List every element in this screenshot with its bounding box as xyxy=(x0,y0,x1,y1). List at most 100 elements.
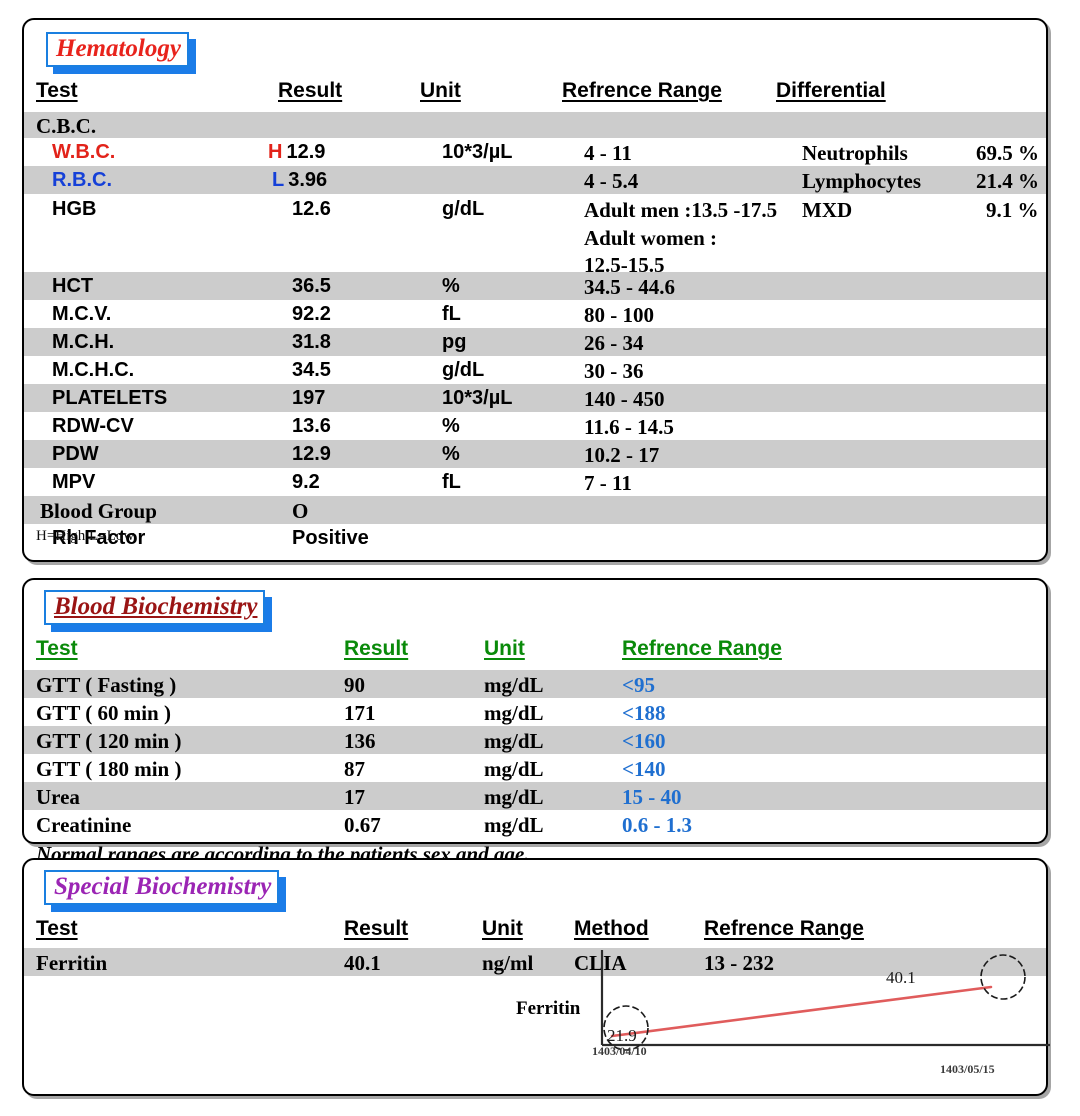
cell-unit: mg/dL xyxy=(484,729,544,753)
cell-unit: % xyxy=(442,443,460,465)
cell-result: 12.9 xyxy=(292,443,331,465)
cell-ref: 80 - 100 xyxy=(584,303,654,327)
cell-result: O xyxy=(292,499,309,523)
table-row-group-cbc: C.B.C. xyxy=(24,112,1046,138)
chart-point-marker-second xyxy=(980,954,1026,1000)
column-header-unit: Unit xyxy=(482,917,523,940)
column-header-test: Test xyxy=(36,917,78,940)
cell-test: MPV xyxy=(52,471,96,493)
table-row: GTT ( 60 min ) 171 mg/dL <188 xyxy=(24,698,1046,726)
cell-result: 17 xyxy=(344,785,365,809)
table-row: Urea 17 mg/dL 15 - 40 xyxy=(24,782,1046,810)
cell-result: 13.6 xyxy=(292,415,331,437)
group-label-cbc: C.B.C. xyxy=(36,114,97,138)
cell-unit: fL xyxy=(442,303,461,325)
hematology-header-row: Test Result Unit Refrence Range Differen… xyxy=(24,78,1046,108)
cell-result: 92.2 xyxy=(292,303,331,325)
cell-ref: <160 xyxy=(622,729,666,753)
cell-ref: 26 - 34 xyxy=(584,331,644,355)
cell-result-value: 3.96 xyxy=(288,169,328,191)
cell-test: PLATELETS xyxy=(52,387,168,409)
chart-point-value-second: 40.1 xyxy=(886,968,916,987)
table-row: GTT ( Fasting ) 90 mg/dL <95 xyxy=(24,670,1046,698)
cell-unit: pg xyxy=(442,331,467,353)
chart-trend-line xyxy=(610,985,993,1038)
cell-test: HCT xyxy=(52,275,94,297)
cell-ref: 0.6 - 1.3 xyxy=(622,813,692,837)
cell-unit: mg/dL xyxy=(484,785,544,809)
chart-x-tick-label-first: 1403/04/10 xyxy=(592,1044,647,1058)
column-header-result: Result xyxy=(344,917,409,940)
hematology-table: C.B.C. W.B.C. H 12.9 10*3/µL 4 - 11 Neutr… xyxy=(24,112,1046,552)
cell-result: 171 xyxy=(344,701,376,725)
table-row: HCT 36.5 % 34.5 - 44.6 xyxy=(24,272,1046,300)
cell-diff-name: Neutrophils xyxy=(802,141,908,165)
cell-ref: 10.2 - 17 xyxy=(584,443,660,467)
chart-x-tick-label-second: 1403/05/15 xyxy=(940,1062,995,1076)
table-row: GTT ( 120 min ) 136 mg/dL <160 xyxy=(24,726,1046,754)
biochem-table: GTT ( Fasting ) 90 mg/dL <95 GTT ( 60 mi… xyxy=(24,670,1046,838)
cell-ref: <95 xyxy=(622,673,655,697)
cell-diff-value: 21.4 % xyxy=(976,169,1039,193)
cell-unit: mg/dL xyxy=(484,673,544,697)
cell-test: M.C.V. xyxy=(52,303,112,325)
cell-unit: mg/dL xyxy=(484,701,544,725)
cell-test: Blood Group xyxy=(40,499,157,523)
column-header-unit: Unit xyxy=(484,637,525,660)
cell-test: R.B.C. xyxy=(52,169,112,191)
cell-result: 136 xyxy=(344,729,376,753)
cell-test: Creatinine xyxy=(36,813,132,837)
cell-ref: 4 - 5.4 xyxy=(584,169,639,193)
biochem-header-row: Test Result Unit Refrence Range xyxy=(24,636,1046,666)
cell-result: 31.8 xyxy=(292,331,331,353)
blood-biochemistry-panel: Blood Biochemistry Test Result Unit Refr… xyxy=(22,578,1048,866)
column-header-ref-range: Refrence Range xyxy=(704,917,864,940)
table-row: W.B.C. H 12.9 10*3/µL 4 - 11 Neutrophils … xyxy=(24,138,1046,166)
ferritin-trend-chart: Ferritin 21.9 40.1 1403/04/10 1403/05/15 xyxy=(494,948,1054,1080)
cell-unit: 10*3/µL xyxy=(442,387,513,409)
flag-low: L xyxy=(272,169,285,191)
cell-result: 12.6 xyxy=(292,198,331,220)
flag-high: H xyxy=(268,141,283,163)
cell-result: 34.5 xyxy=(292,359,331,381)
cell-result: Positive xyxy=(292,527,369,549)
cell-test: W.B.C. xyxy=(52,141,116,163)
cell-ref: <188 xyxy=(622,701,666,725)
cell-test: GTT ( Fasting ) xyxy=(36,673,177,697)
cell-diff-value: 9.1 % xyxy=(986,198,1039,222)
cell-unit: fL xyxy=(442,471,461,493)
cell-test: RDW-CV xyxy=(52,415,134,437)
cell-ref: 140 - 450 xyxy=(584,387,665,411)
cell-test: PDW xyxy=(52,443,99,465)
table-row: M.C.H. 31.8 pg 26 - 34 xyxy=(24,328,1046,356)
table-row: PLATELETS 197 10*3/µL 140 - 450 xyxy=(24,384,1046,412)
cell-test: Ferritin xyxy=(36,951,108,975)
cell-test: GTT ( 60 min ) xyxy=(36,701,171,725)
cell-result: 40.1 xyxy=(344,951,381,975)
column-header-result: Result xyxy=(278,79,343,102)
column-header-result: Result xyxy=(344,637,409,660)
column-header-differential: Differential xyxy=(776,79,886,102)
column-header-ref-range: Refrence Range xyxy=(622,637,782,660)
table-row: R.B.C. L 3.96 4 - 5.4 Lymphocytes 21.4 % xyxy=(24,166,1046,194)
chart-y-axis-label: Ferritin xyxy=(516,998,581,1019)
table-row: HGB 12.6 g/dL Adult men :13.5 -17.5 Adul… xyxy=(24,194,1046,277)
section-title-hematology: Hematology xyxy=(46,32,189,67)
section-title-special-biochemistry: Special Biochemistry xyxy=(44,870,280,905)
cell-unit: mg/dL xyxy=(484,757,544,781)
cell-ref: 4 - 11 xyxy=(584,141,632,165)
cell-unit: % xyxy=(442,275,460,297)
cell-diff-value: 69.5 % xyxy=(976,141,1039,165)
table-row: GTT ( 180 min ) 87 mg/dL <140 xyxy=(24,754,1046,782)
table-row: MPV 9.2 fL 7 - 11 xyxy=(24,468,1046,496)
special-header-row: Test Result Unit Method Refrence Range xyxy=(24,916,1046,946)
cell-unit: 10*3/µL xyxy=(442,141,513,163)
cell-ref: 15 - 40 xyxy=(622,785,682,809)
hematology-panel: Hematology Test Result Unit Refrence Ran… xyxy=(22,18,1048,562)
cell-test: GTT ( 180 min ) xyxy=(36,757,182,781)
table-row: PDW 12.9 % 10.2 - 17 xyxy=(24,440,1046,468)
cell-ref: <140 xyxy=(622,757,666,781)
cell-result: 87 xyxy=(344,757,365,781)
cell-result: H 12.9 xyxy=(268,140,325,165)
cell-ref: 11.6 - 14.5 xyxy=(584,415,674,439)
